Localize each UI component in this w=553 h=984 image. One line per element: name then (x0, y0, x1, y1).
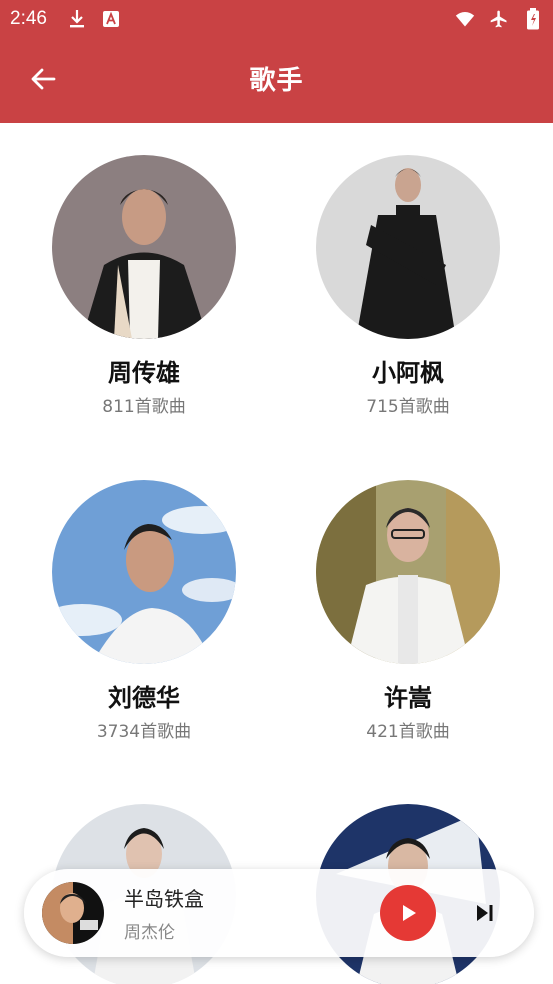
song-title: 半岛铁盒 (124, 887, 204, 911)
next-button[interactable] (470, 898, 500, 928)
download-icon (67, 9, 87, 29)
singer-avatar (316, 155, 500, 339)
singer-card[interactable]: 小阿枫 715首歌曲 (308, 155, 508, 417)
song-info: 半岛铁盒 周杰伦 (124, 883, 380, 943)
a-box-icon (101, 9, 121, 29)
singer-name: 许嵩 (384, 684, 432, 712)
song-artist: 周杰伦 (124, 923, 175, 943)
mini-player[interactable]: 半岛铁盒 周杰伦 (24, 869, 534, 957)
singer-avatar (52, 480, 236, 664)
singer-name: 周传雄 (108, 359, 180, 387)
singer-name: 小阿枫 (372, 359, 444, 387)
singer-avatar (52, 155, 236, 339)
singer-card[interactable]: 许嵩 421首歌曲 (308, 480, 508, 742)
song-count: 3734首歌曲 (96, 722, 192, 742)
singers-screen: 2:46 歌手 周传雄 811首歌曲 小阿枫 715首歌曲 刘德华 3734首歌… (0, 0, 553, 984)
battery-icon (523, 8, 543, 30)
skip-next-icon (477, 905, 493, 921)
singer-name: 刘德华 (108, 684, 180, 712)
singer-card[interactable]: 刘德华 3734首歌曲 (44, 480, 244, 742)
page-title: 歌手 (249, 66, 304, 96)
status-bar: 2:46 (0, 0, 553, 38)
wifi-icon (455, 9, 475, 29)
song-count: 421首歌曲 (366, 722, 450, 742)
app-bar: 歌手 (0, 38, 553, 123)
play-icon (403, 905, 416, 921)
album-cover (42, 882, 104, 944)
song-count: 715首歌曲 (366, 397, 450, 417)
status-time: 2:46 (10, 8, 47, 29)
airplane-icon (489, 9, 509, 29)
singer-avatar (316, 480, 500, 664)
singer-card[interactable]: 周传雄 811首歌曲 (44, 155, 244, 417)
play-button[interactable] (380, 885, 436, 941)
song-count: 811首歌曲 (102, 397, 186, 417)
